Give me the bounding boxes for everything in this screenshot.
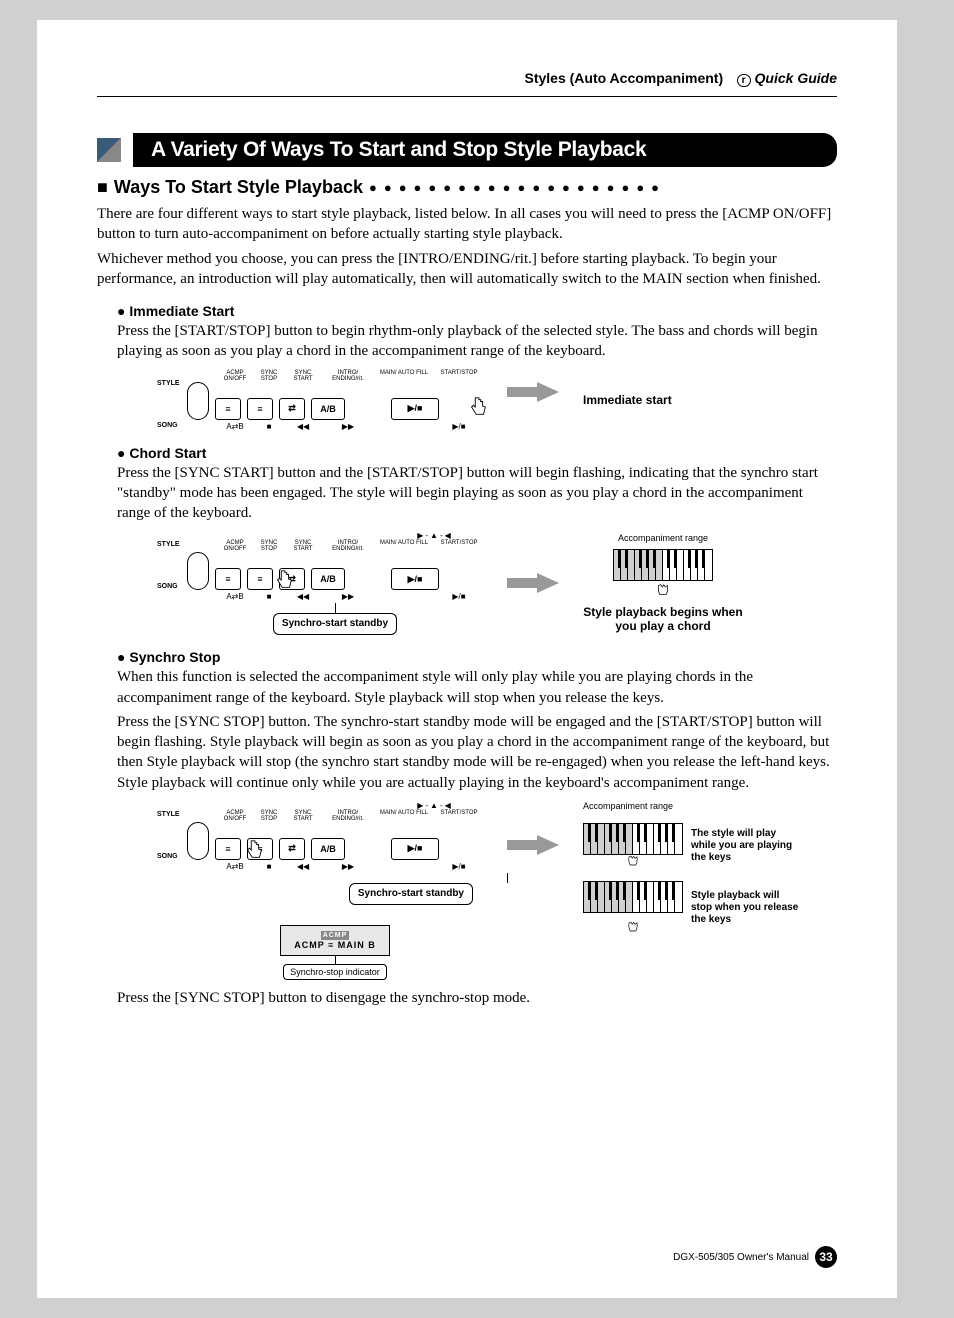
- immediate-diagram: STYLE SONG ACMP ON/OFF SYNC STOP SYNC ST…: [187, 370, 837, 431]
- style-label: STYLE: [157, 380, 180, 387]
- style-label-2: STYLE: [157, 541, 180, 548]
- label-main: MAIN/ AUTO FILL: [379, 370, 429, 382]
- subhead-text: Ways To Start Style Playback: [114, 177, 363, 198]
- song-label-2: SONG: [157, 583, 178, 590]
- synchro-body-2: Press the [SYNC STOP] button. The synchr…: [117, 712, 837, 793]
- accomp-range-label: Accompaniment range: [618, 533, 708, 543]
- hand-play-icon: [651, 581, 675, 599]
- flash-marks-icon: ▶-▲-◀: [387, 801, 483, 810]
- immediate-caption: Immediate start: [583, 393, 672, 407]
- black-square-bullet-icon: ■: [97, 177, 108, 198]
- accomp-range-label-2: Accompaniment range: [583, 801, 801, 811]
- intro-paragraph-2: Whichever method you choose, you can pre…: [97, 249, 837, 290]
- sync-start-button-icon: ⇄: [279, 398, 305, 420]
- hand-pointer-icon: [273, 569, 295, 591]
- synchro-start-callout-2: Synchro-start standby: [349, 883, 473, 905]
- rounded-toggle-icon: [187, 552, 209, 590]
- header-pill: r: [737, 74, 751, 87]
- immediate-start-head: Immediate Start: [117, 303, 837, 319]
- control-panel-chord: STYLE SONG ▶-▲-◀ ACMP ON/OFF SYNC STOP S…: [187, 531, 483, 601]
- keyboard-icon: [583, 881, 683, 913]
- style-plays-note: The style will play while you are playin…: [691, 828, 801, 864]
- start-stop-button-icon: ▶/■: [391, 398, 439, 420]
- synchro-diagram: STYLE SONG ▶-▲-◀ ACMP ON/OFF SYNC STOP S…: [187, 801, 837, 981]
- synchro-body-1: When this function is selected the accom…: [117, 667, 837, 708]
- label-acmp: ACMP ON/OFF: [221, 370, 249, 382]
- sync-stop-button-icon: ≡: [247, 398, 273, 420]
- synchro-start-callout: Synchro-start standby: [273, 613, 397, 635]
- control-panel-synchro: STYLE SONG ▶-▲-◀ ACMP ON/OFF SYNC STOP S…: [187, 801, 483, 871]
- section-title-row: A Variety Of Ways To Start and Stop Styl…: [97, 133, 837, 167]
- synchro-stop-block: Synchro Stop When this function is selec…: [117, 649, 837, 1008]
- intro-paragraph-1: There are four different ways to start s…: [97, 204, 837, 245]
- lcd-display: ACMP ACMP ≡ MAIN B: [280, 925, 390, 957]
- label-start-stop: START/STOP: [435, 370, 483, 382]
- keyboard-icon: [583, 823, 683, 855]
- footer-model: DGX-505/305 Owner's Manual: [673, 1252, 809, 1263]
- bot-ff: ▶▶: [323, 422, 373, 431]
- chord-start-body: Press the [SYNC START] button and the [S…: [117, 463, 837, 524]
- hand-release-icon: [621, 919, 645, 935]
- chord-caption: Style playback begins when you play a ch…: [583, 605, 743, 633]
- arrow-icon: [537, 823, 559, 867]
- synchro-stop-head: Synchro Stop: [117, 649, 837, 665]
- chord-diagram: STYLE SONG ▶-▲-◀ ACMP ON/OFF SYNC STOP S…: [187, 531, 837, 635]
- flash-marks-icon: ▶-▲-◀: [387, 531, 483, 540]
- chord-start-block: Chord Start Press the [SYNC START] butto…: [117, 445, 837, 636]
- song-label: SONG: [157, 422, 178, 429]
- style-stops-note: Style playback will stop when you releas…: [691, 890, 801, 926]
- dot-leader: ●●●●●●●●●●●●●●●●●●●●: [369, 180, 837, 195]
- acmp-button-icon: ≡: [215, 398, 241, 420]
- synchro-closing: Press the [SYNC STOP] button to disengag…: [117, 988, 837, 1008]
- chord-start-head: Chord Start: [117, 445, 837, 461]
- subhead-ways-to-start: ■ Ways To Start Style Playback ●●●●●●●●●…: [97, 177, 837, 198]
- immediate-start-block: Immediate Start Press the [START/STOP] b…: [117, 303, 837, 431]
- title-decorative-icon: [97, 138, 121, 162]
- page-number: 33: [815, 1246, 837, 1268]
- arrow-icon: [537, 561, 559, 605]
- label-sync-stop: SYNC STOP: [255, 370, 283, 382]
- header-guide: rQuick Guide: [737, 70, 837, 86]
- bot-ab: A⇄B: [221, 422, 249, 431]
- bot-stop: ■: [255, 422, 283, 431]
- synchro-right-block: Accompaniment range The style will play …: [583, 801, 801, 935]
- control-panel-immediate: STYLE SONG ACMP ON/OFF SYNC STOP SYNC ST…: [187, 370, 483, 431]
- label-sync-start: SYNC START: [289, 370, 317, 382]
- hand-pointer-icon: [467, 396, 489, 418]
- rounded-toggle-icon: [187, 822, 209, 860]
- keyboard-icon: [613, 549, 713, 581]
- bot-play: ▶/■: [435, 422, 483, 431]
- immediate-start-body: Press the [START/STOP] button to begin r…: [117, 321, 837, 362]
- header-section: Styles (Auto Accompaniment): [525, 70, 724, 86]
- hand-pointer-icon: [243, 839, 265, 861]
- label-intro: INTRO/ ENDING/rit.: [323, 370, 373, 382]
- synchro-stop-indicator-label: Synchro-stop indicator: [283, 964, 387, 980]
- chord-right-block: Accompaniment range Style playback begin…: [583, 533, 743, 633]
- bot-rew: ◀◀: [289, 422, 317, 431]
- section-title: A Variety Of Ways To Start and Stop Styl…: [133, 133, 837, 167]
- page-footer: DGX-505/305 Owner's Manual 33: [673, 1246, 837, 1268]
- manual-page: Styles (Auto Accompaniment) rQuick Guide…: [37, 20, 917, 1298]
- page-header: Styles (Auto Accompaniment) rQuick Guide: [97, 70, 837, 97]
- ab-button-icon: A/B: [311, 398, 345, 420]
- arrow-icon: [537, 370, 559, 414]
- rounded-toggle-icon: [187, 382, 209, 420]
- hand-press-icon: [621, 853, 645, 869]
